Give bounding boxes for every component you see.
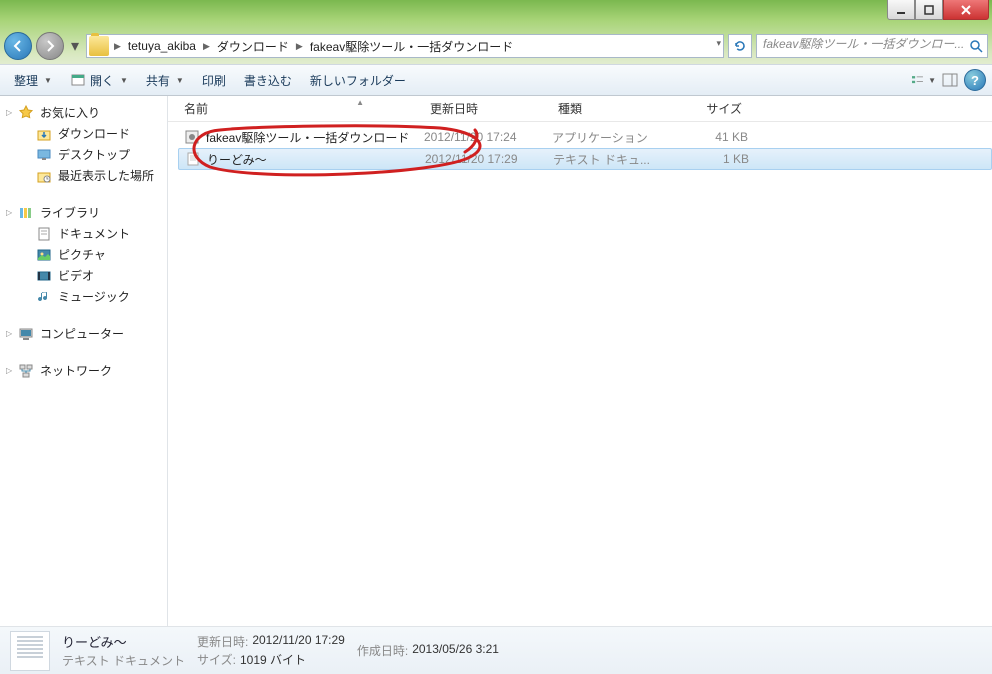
file-size: 41 KB — [668, 130, 748, 144]
column-date[interactable]: 更新日時 — [424, 100, 552, 117]
downloads-icon — [36, 126, 52, 142]
newfolder-button[interactable]: 新しいフォルダー — [302, 69, 414, 92]
column-type[interactable]: 種類 — [552, 100, 668, 117]
details-modified-label: 更新日時: — [197, 633, 248, 650]
sidebar-libraries-group: ▷ ライブラリ ドキュメント ピクチャ ビデオ ミュージック — [0, 202, 167, 307]
sidebar-item-music[interactable]: ミュージック — [0, 286, 167, 307]
help-button[interactable]: ? — [964, 69, 986, 91]
sidebar-libraries-header[interactable]: ▷ ライブラリ — [0, 202, 167, 223]
organize-button[interactable]: 整理▼ — [6, 69, 60, 92]
file-size: 1 KB — [669, 152, 749, 166]
navbar: ▾ ▶ tetuya_akiba ▶ ダウンロード ▶ fakeav駆除ツール・… — [0, 28, 992, 64]
open-icon — [70, 72, 86, 88]
burn-button[interactable]: 書き込む — [236, 69, 300, 92]
sidebar-favorites-header[interactable]: ▷ お気に入り — [0, 102, 167, 123]
chevron-down-icon[interactable]: ▾ — [716, 38, 721, 49]
pictures-icon — [36, 247, 52, 263]
toolbar: 整理▼ 開く▼ 共有▼ 印刷 書き込む 新しいフォルダー ▼ ? — [0, 64, 992, 96]
details-created-value: 2013/05/26 3:21 — [412, 642, 499, 659]
print-button[interactable]: 印刷 — [194, 69, 234, 92]
window-controls — [887, 0, 989, 20]
chevron-right-icon: ▶ — [111, 41, 124, 52]
file-row[interactable]: fakeav駆除ツール・一括ダウンロード 2012/11/20 17:24 アプ… — [178, 126, 992, 148]
open-button[interactable]: 開く▼ — [62, 69, 136, 92]
details-created-label: 作成日時: — [357, 642, 408, 659]
search-icon — [969, 39, 983, 56]
file-type: テキスト ドキュ... — [553, 151, 669, 168]
text-file-icon — [185, 151, 201, 167]
sidebar-item-desktop[interactable]: デスクトップ — [0, 144, 167, 165]
details-file-type: テキスト ドキュメント — [62, 652, 185, 669]
sidebar-item-documents[interactable]: ドキュメント — [0, 223, 167, 244]
favorites-icon — [18, 105, 34, 121]
chevron-down-icon: ▼ — [176, 76, 184, 85]
preview-pane-button[interactable] — [938, 69, 962, 91]
computer-icon — [18, 326, 34, 342]
file-name: fakeav駆除ツール・一括ダウンロード — [206, 129, 409, 146]
content-area: 名前▲ 更新日時 種類 サイズ fakeav駆除ツール・一括ダウンロード 201… — [168, 96, 992, 626]
chevron-right-icon: ▶ — [293, 41, 306, 52]
sidebar-network-group: ▷ ネットワーク — [0, 360, 167, 381]
chevron-right-icon: ▶ — [200, 41, 213, 52]
file-date: 2012/11/20 17:24 — [424, 130, 552, 144]
videos-icon — [36, 268, 52, 284]
file-type: アプリケーション — [552, 129, 668, 146]
nav-history-dropdown[interactable]: ▾ — [68, 32, 82, 60]
documents-icon — [36, 226, 52, 242]
search-placeholder: fakeav駆除ツール・一括ダウンロー... — [763, 37, 964, 51]
search-input[interactable]: fakeav駆除ツール・一括ダウンロー... — [756, 34, 988, 58]
file-name: りーどみ～ — [207, 151, 267, 168]
collapse-icon: ▷ — [6, 366, 12, 375]
breadcrumb-segment[interactable]: tetuya_akiba — [124, 35, 200, 57]
recent-icon — [36, 168, 52, 184]
minimize-button[interactable] — [887, 0, 915, 20]
file-list: fakeav駆除ツール・一括ダウンロード 2012/11/20 17:24 アプ… — [168, 122, 992, 626]
main-area: ▷ お気に入り ダウンロード デスクトップ 最近表示した場所 ▷ ライブラリ — [0, 96, 992, 626]
chevron-down-icon: ▼ — [928, 76, 936, 85]
maximize-button[interactable] — [915, 0, 943, 20]
column-headers: 名前▲ 更新日時 種類 サイズ — [168, 96, 992, 122]
sidebar-item-recent[interactable]: 最近表示した場所 — [0, 165, 167, 186]
breadcrumb-segment[interactable]: ダウンロード — [213, 35, 293, 57]
refresh-button[interactable] — [728, 34, 752, 58]
file-row[interactable]: りーどみ～ 2012/11/20 17:29 テキスト ドキュ... 1 KB — [178, 148, 992, 170]
column-size[interactable]: サイズ — [668, 100, 748, 117]
chevron-down-icon: ▼ — [44, 76, 52, 85]
folder-icon — [89, 36, 109, 56]
sidebar-network-header[interactable]: ▷ ネットワーク — [0, 360, 167, 381]
sidebar-item-videos[interactable]: ビデオ — [0, 265, 167, 286]
details-size-value: 1019 バイト — [240, 651, 306, 668]
breadcrumb[interactable]: ▶ tetuya_akiba ▶ ダウンロード ▶ fakeav駆除ツール・一括… — [86, 34, 724, 58]
application-icon — [184, 129, 200, 145]
collapse-icon: ▷ — [6, 108, 12, 117]
sidebar-item-downloads[interactable]: ダウンロード — [0, 123, 167, 144]
forward-button[interactable] — [36, 32, 64, 60]
view-options-button[interactable]: ▼ — [912, 69, 936, 91]
libraries-icon — [18, 205, 34, 221]
details-pane: りーどみ～ テキスト ドキュメント 更新日時: 2012/11/20 17:29… — [0, 626, 992, 674]
sidebar-favorites-group: ▷ お気に入り ダウンロード デスクトップ 最近表示した場所 — [0, 102, 167, 186]
back-button[interactable] — [4, 32, 32, 60]
details-size-label: サイズ: — [197, 651, 236, 668]
titlebar — [0, 0, 992, 28]
collapse-icon: ▷ — [6, 208, 12, 217]
sidebar: ▷ お気に入り ダウンロード デスクトップ 最近表示した場所 ▷ ライブラリ — [0, 96, 168, 626]
sidebar-item-pictures[interactable]: ピクチャ — [0, 244, 167, 265]
breadcrumb-segment[interactable]: fakeav駆除ツール・一括ダウンロード — [306, 35, 517, 57]
collapse-icon: ▷ — [6, 329, 12, 338]
sidebar-computer-group: ▷ コンピューター — [0, 323, 167, 344]
details-file-name: りーどみ～ — [62, 632, 185, 651]
column-name[interactable]: 名前▲ — [178, 100, 424, 117]
music-icon — [36, 289, 52, 305]
desktop-icon — [36, 147, 52, 163]
sidebar-computer-header[interactable]: ▷ コンピューター — [0, 323, 167, 344]
sort-indicator-icon: ▲ — [356, 98, 364, 107]
chevron-down-icon: ▼ — [120, 76, 128, 85]
network-icon — [18, 363, 34, 379]
details-modified-value: 2012/11/20 17:29 — [252, 633, 345, 650]
details-file-icon — [10, 631, 50, 671]
close-button[interactable] — [943, 0, 989, 20]
file-date: 2012/11/20 17:29 — [425, 152, 553, 166]
share-button[interactable]: 共有▼ — [138, 69, 192, 92]
